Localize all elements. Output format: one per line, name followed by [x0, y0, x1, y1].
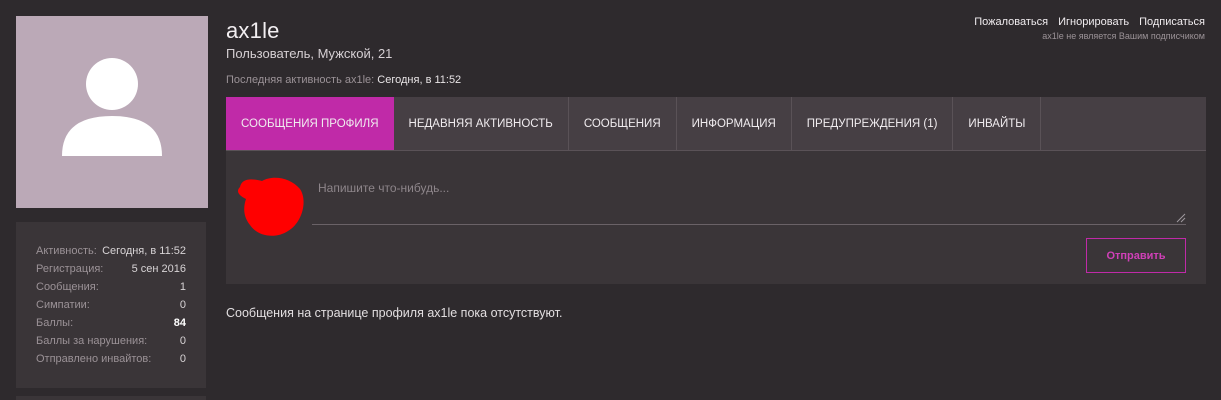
stat-label: Баллы:	[36, 317, 74, 329]
stat-label: Симпатии:	[36, 299, 90, 311]
stat-row: Баллы за нарушения: 0	[36, 332, 186, 350]
stat-row: Сообщения: 1	[36, 278, 186, 296]
report-link[interactable]: Пожаловаться	[974, 16, 1048, 28]
profile-meta: Пользователь, Мужской, 21	[226, 46, 393, 61]
last-activity: Последняя активность ax1le: Сегодня, в 1…	[226, 74, 461, 86]
tab-warnings[interactable]: ПРЕДУПРЕЖДЕНИЯ (1)	[792, 97, 954, 150]
stat-row: Регистрация: 5 сен 2016	[36, 260, 186, 278]
stat-label: Активность:	[36, 245, 97, 257]
follow-status-note: ax1le не является Вашим подписчиком	[1042, 31, 1205, 41]
ignore-link[interactable]: Игнорировать	[1058, 16, 1129, 28]
tab-information[interactable]: ИНФОРМАЦИЯ	[677, 97, 792, 150]
sidebar-next-panel	[16, 396, 206, 400]
last-activity-value: Сегодня, в 11:52	[377, 74, 462, 86]
resize-grip-icon[interactable]	[1176, 213, 1186, 223]
tab-invites[interactable]: ИНВАЙТЫ	[953, 97, 1042, 150]
profile-tabs: СООБЩЕНИЯ ПРОФИЛЯ НЕДАВНЯЯ АКТИВНОСТЬ СО…	[226, 97, 1206, 151]
stat-value: 0	[179, 299, 186, 311]
stat-value: 0	[179, 335, 186, 347]
profile-avatar[interactable]	[16, 16, 208, 208]
stat-label: Сообщения:	[36, 281, 99, 293]
stat-row: Симпатии: 0	[36, 296, 186, 314]
stat-value: 5 сен 2016	[131, 263, 186, 275]
last-activity-label: Последняя активность ax1le:	[226, 74, 375, 86]
profile-post-form: Отправить	[226, 151, 1206, 284]
stat-value[interactable]: 1	[180, 278, 186, 296]
profile-username: ax1le	[226, 18, 280, 43]
user-stats-panel: Активность: Сегодня, в 11:52 Регистрация…	[16, 222, 206, 388]
tab-postings[interactable]: СООБЩЕНИЯ	[569, 97, 677, 150]
stat-label: Баллы за нарушения:	[36, 335, 148, 347]
tab-profile-posts[interactable]: СООБЩЕНИЯ ПРОФИЛЯ	[226, 97, 394, 150]
stat-row: Баллы: 84	[36, 314, 186, 332]
stat-row: Отправлено инвайтов: 0	[36, 350, 186, 368]
stat-label: Отправлено инвайтов:	[36, 353, 152, 365]
redaction-scribble-icon	[238, 177, 304, 236]
stat-value: 0	[179, 353, 186, 365]
tab-recent-activity[interactable]: НЕДАВНЯЯ АКТИВНОСТЬ	[394, 97, 569, 150]
stat-value: Сегодня, в 11:52	[102, 245, 186, 257]
stat-row: Активность: Сегодня, в 11:52	[36, 242, 186, 260]
profile-post-input[interactable]	[312, 165, 1186, 225]
default-user-icon	[62, 58, 162, 156]
follow-link[interactable]: Подписаться	[1139, 16, 1205, 28]
profile-actions: Пожаловаться Игнорировать Подписаться	[974, 16, 1205, 28]
stat-label: Регистрация:	[36, 263, 104, 275]
send-button[interactable]: Отправить	[1086, 238, 1186, 273]
stat-value: 84	[173, 317, 186, 329]
empty-posts-message: Сообщения на странице профиля ax1le пока…	[226, 306, 563, 320]
